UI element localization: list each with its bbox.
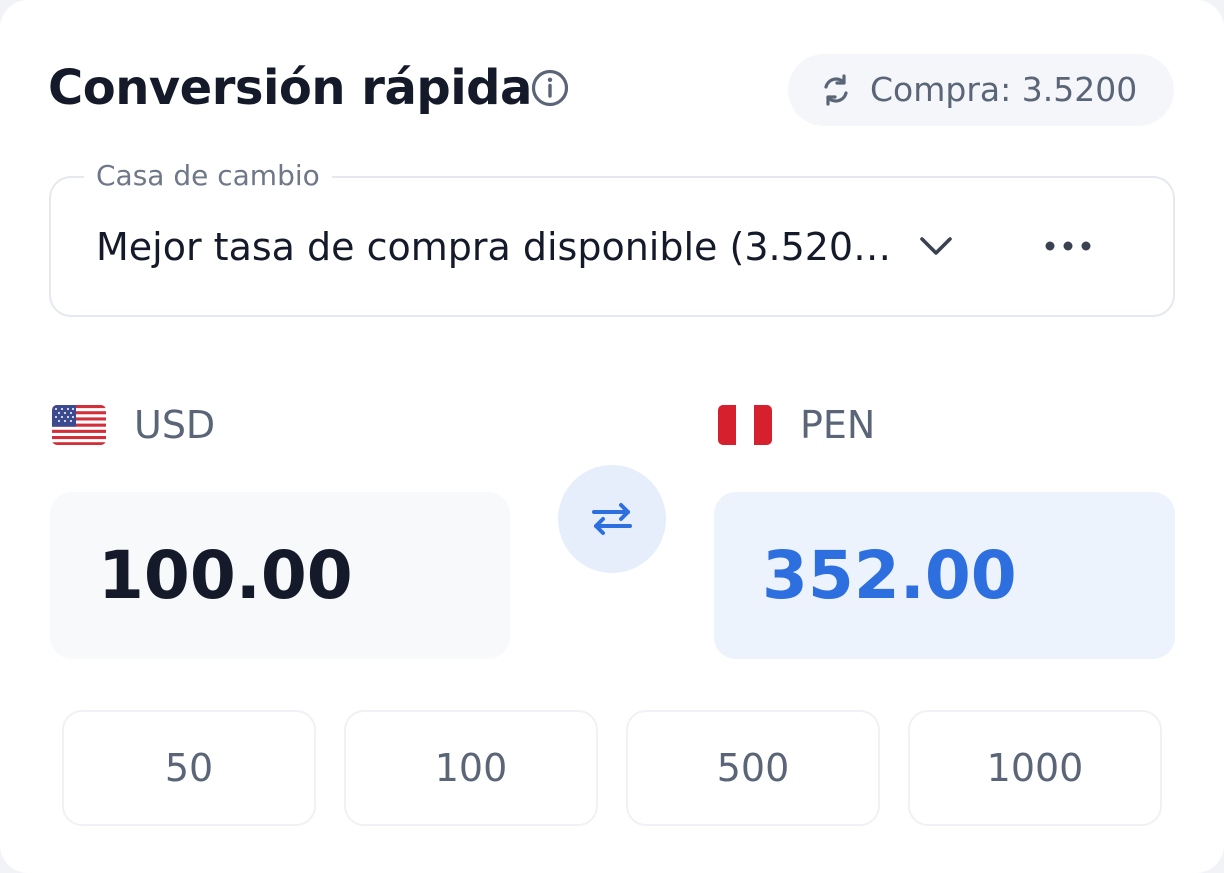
to-currency-code: PEN bbox=[800, 403, 876, 447]
from-currency-label[interactable]: USD bbox=[52, 400, 215, 450]
quick-conversion-card: Conversión rápida Compra: 3.5200 Casa de… bbox=[0, 0, 1224, 873]
more-icon[interactable] bbox=[1040, 232, 1096, 260]
rate-badge[interactable]: Compra: 3.5200 bbox=[788, 54, 1174, 126]
rate-text: Compra: 3.5200 bbox=[870, 70, 1138, 109]
to-amount-display: 352.00 bbox=[714, 492, 1175, 659]
to-amount-value: 352.00 bbox=[762, 537, 1017, 614]
info-icon[interactable] bbox=[530, 68, 570, 108]
quick-amount-button[interactable]: 1000 bbox=[908, 710, 1162, 826]
page-title: Conversión rápida bbox=[48, 60, 532, 116]
quick-amount-button[interactable]: 500 bbox=[626, 710, 880, 826]
quick-amount-button[interactable]: 100 bbox=[344, 710, 598, 826]
from-amount-value[interactable]: 100.00 bbox=[98, 492, 353, 659]
peru-flag-icon bbox=[718, 405, 772, 445]
from-currency-code: USD bbox=[134, 403, 216, 447]
from-amount-input[interactable]: 100.00 bbox=[50, 492, 510, 659]
exchange-house-value[interactable]: Mejor tasa de compra disponible (3.520… bbox=[96, 222, 896, 272]
swap-icon bbox=[592, 503, 632, 535]
chevron-down-icon[interactable] bbox=[916, 230, 956, 262]
us-flag-icon bbox=[52, 405, 106, 445]
sync-icon bbox=[824, 74, 848, 106]
exchange-house-label: Casa de cambio bbox=[84, 158, 332, 194]
to-currency-label[interactable]: PEN bbox=[718, 400, 875, 450]
swap-currencies-button[interactable] bbox=[558, 465, 666, 573]
quick-amount-button[interactable]: 50 bbox=[62, 710, 316, 826]
